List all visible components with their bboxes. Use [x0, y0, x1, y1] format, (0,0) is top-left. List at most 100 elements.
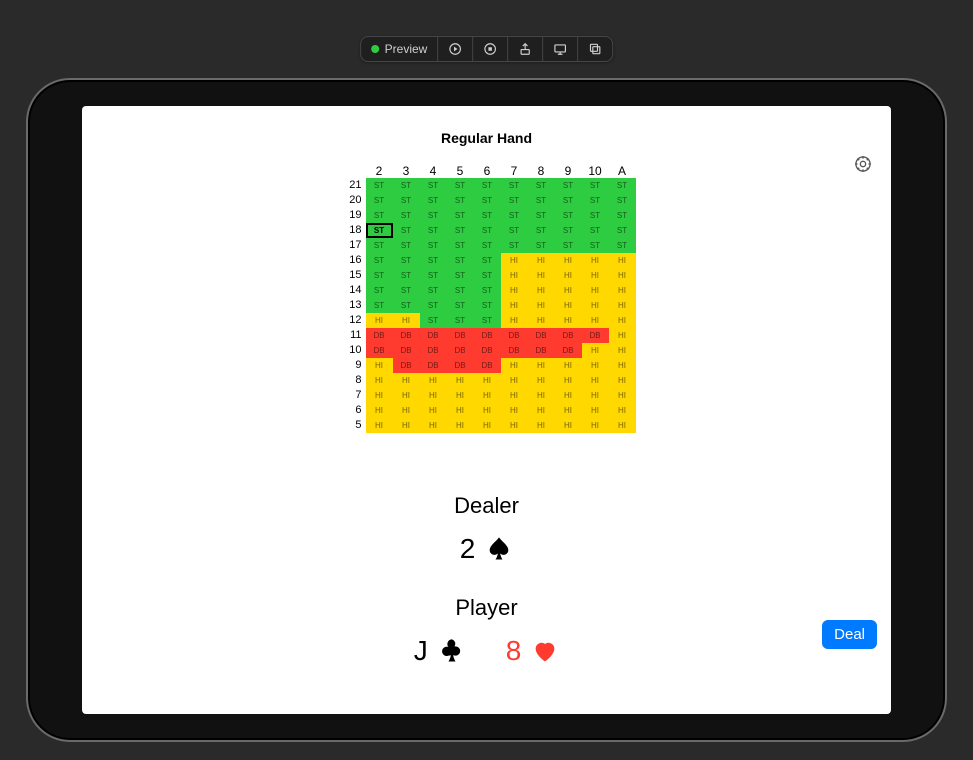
chart-cell[interactable]: HI	[528, 268, 555, 283]
chart-cell[interactable]: ST	[393, 253, 420, 268]
chart-cell[interactable]: HI	[555, 283, 582, 298]
chart-cell[interactable]: HI	[555, 268, 582, 283]
chart-cell[interactable]: ST	[393, 283, 420, 298]
chart-cell[interactable]: HI	[582, 253, 609, 268]
chart-cell[interactable]: HI	[393, 313, 420, 328]
chart-cell[interactable]: DB	[447, 343, 474, 358]
duplicate-button[interactable]	[578, 37, 612, 61]
chart-cell[interactable]: HI	[609, 253, 636, 268]
chart-cell[interactable]: ST	[447, 178, 474, 193]
chart-cell[interactable]: ST	[528, 208, 555, 223]
settings-button[interactable]	[853, 154, 873, 179]
chart-cell[interactable]: ST	[420, 223, 447, 238]
chart-cell[interactable]: HI	[555, 253, 582, 268]
chart-cell[interactable]: HI	[582, 343, 609, 358]
chart-cell[interactable]: ST	[447, 208, 474, 223]
chart-cell[interactable]: ST	[447, 193, 474, 208]
chart-cell[interactable]: HI	[366, 388, 393, 403]
chart-cell[interactable]: ST	[582, 193, 609, 208]
chart-cell[interactable]: HI	[420, 403, 447, 418]
chart-cell[interactable]: HI	[474, 403, 501, 418]
chart-cell[interactable]: HI	[582, 283, 609, 298]
chart-cell[interactable]: HI	[555, 418, 582, 433]
chart-cell[interactable]: ST	[528, 178, 555, 193]
chart-cell[interactable]: ST	[393, 178, 420, 193]
chart-cell[interactable]: DB	[582, 328, 609, 343]
chart-cell[interactable]: ST	[366, 238, 393, 253]
chart-cell[interactable]: DB	[555, 328, 582, 343]
chart-cell[interactable]: ST	[555, 178, 582, 193]
stop-button[interactable]	[473, 37, 508, 61]
chart-cell[interactable]: ST	[420, 253, 447, 268]
chart-cell[interactable]: HI	[366, 313, 393, 328]
chart-cell[interactable]: ST	[474, 193, 501, 208]
chart-cell[interactable]: HI	[528, 418, 555, 433]
chart-cell[interactable]: HI	[366, 358, 393, 373]
chart-cell[interactable]: HI	[393, 403, 420, 418]
chart-cell[interactable]: HI	[555, 298, 582, 313]
chart-cell[interactable]: HI	[420, 373, 447, 388]
chart-cell[interactable]: ST	[420, 178, 447, 193]
chart-cell[interactable]: ST	[609, 178, 636, 193]
chart-cell[interactable]: HI	[420, 418, 447, 433]
chart-cell[interactable]: ST	[501, 223, 528, 238]
chart-cell[interactable]: ST	[501, 178, 528, 193]
chart-cell[interactable]: ST	[555, 223, 582, 238]
chart-cell[interactable]: HI	[393, 373, 420, 388]
chart-cell[interactable]: HI	[555, 358, 582, 373]
chart-cell[interactable]: HI	[555, 313, 582, 328]
chart-cell[interactable]: ST	[447, 283, 474, 298]
deal-button[interactable]: Deal	[822, 620, 877, 649]
chart-cell[interactable]: ST	[366, 178, 393, 193]
chart-cell[interactable]: HI	[501, 313, 528, 328]
chart-cell[interactable]: ST	[447, 298, 474, 313]
chart-cell[interactable]: HI	[501, 298, 528, 313]
chart-cell[interactable]: ST	[366, 208, 393, 223]
chart-cell[interactable]: DB	[474, 328, 501, 343]
chart-cell[interactable]: HI	[501, 403, 528, 418]
chart-cell[interactable]: HI	[366, 403, 393, 418]
chart-cell[interactable]: ST	[609, 208, 636, 223]
chart-cell[interactable]: ST	[447, 223, 474, 238]
chart-cell[interactable]: ST	[474, 313, 501, 328]
chart-cell[interactable]: DB	[393, 343, 420, 358]
chart-cell[interactable]: HI	[366, 373, 393, 388]
chart-cell[interactable]: ST	[474, 298, 501, 313]
chart-cell[interactable]: ST	[420, 313, 447, 328]
chart-cell[interactable]: HI	[501, 418, 528, 433]
chart-cell[interactable]: DB	[420, 343, 447, 358]
chart-cell[interactable]: ST	[501, 208, 528, 223]
chart-cell[interactable]: ST	[609, 223, 636, 238]
chart-cell[interactable]: HI	[609, 283, 636, 298]
chart-cell[interactable]: HI	[447, 403, 474, 418]
chart-cell[interactable]: DB	[420, 328, 447, 343]
chart-cell[interactable]: ST	[474, 178, 501, 193]
chart-cell[interactable]: HI	[609, 298, 636, 313]
chart-cell[interactable]: ST	[582, 223, 609, 238]
chart-cell[interactable]: HI	[474, 418, 501, 433]
chart-cell[interactable]: ST	[447, 268, 474, 283]
chart-cell[interactable]: ST	[582, 238, 609, 253]
chart-cell[interactable]: ST	[420, 238, 447, 253]
chart-cell[interactable]: HI	[501, 253, 528, 268]
chart-cell[interactable]: ST	[528, 238, 555, 253]
chart-cell[interactable]: HI	[528, 403, 555, 418]
chart-cell[interactable]: HI	[501, 373, 528, 388]
chart-cell[interactable]: HI	[501, 358, 528, 373]
chart-cell[interactable]: HI	[609, 268, 636, 283]
chart-cell[interactable]: HI	[582, 298, 609, 313]
chart-cell[interactable]: ST	[393, 268, 420, 283]
chart-cell[interactable]: HI	[474, 388, 501, 403]
chart-cell[interactable]: ST	[474, 253, 501, 268]
chart-cell[interactable]: HI	[528, 358, 555, 373]
chart-cell[interactable]: ST	[366, 283, 393, 298]
chart-cell[interactable]: DB	[393, 328, 420, 343]
chart-cell[interactable]: HI	[609, 373, 636, 388]
chart-cell[interactable]: ST	[393, 208, 420, 223]
chart-cell[interactable]: ST	[420, 208, 447, 223]
chart-cell[interactable]: ST	[447, 238, 474, 253]
chart-cell[interactable]: HI	[447, 418, 474, 433]
chart-cell[interactable]: ST	[420, 283, 447, 298]
chart-cell[interactable]: ST	[393, 193, 420, 208]
chart-cell[interactable]: DB	[420, 358, 447, 373]
